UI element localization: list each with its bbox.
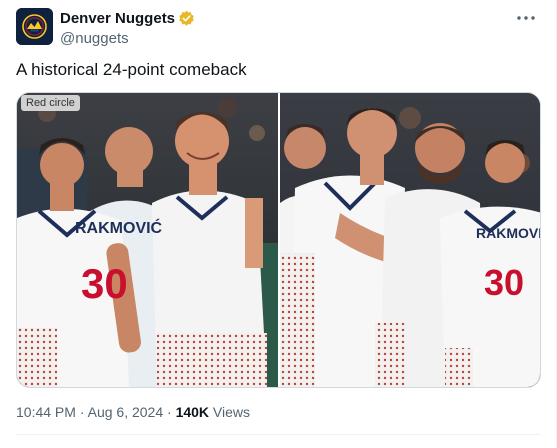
avatar[interactable] <box>16 8 53 45</box>
verified-badge-icon <box>179 10 194 26</box>
celebration-photo-right: RAKMOVIĆ 30 <box>280 93 541 387</box>
right-jersey-number: 30 <box>484 262 524 303</box>
tweet-meta: 10:44 PM · Aug 6, 2024 · 140K Views <box>16 403 250 421</box>
tweet-time[interactable]: 10:44 PM <box>16 404 76 420</box>
more-dots-icon[interactable] <box>513 8 539 28</box>
meta-separator-2: · <box>163 404 176 420</box>
display-name[interactable]: Denver Nuggets <box>60 9 175 28</box>
account-handle[interactable]: @nuggets <box>60 29 195 48</box>
nuggets-logo-icon <box>16 8 53 45</box>
photo-right[interactable]: RAKMOVIĆ 30 <box>280 93 541 387</box>
bottom-divider <box>16 434 541 435</box>
tweet-card: Denver Nuggets @nuggets A historical 24-… <box>0 0 557 448</box>
tweet-text: A historical 24-point comeback <box>16 60 247 79</box>
tweet-date[interactable]: Aug 6, 2024 <box>88 404 164 420</box>
tweet-header: Denver Nuggets @nuggets <box>16 8 541 48</box>
meta-separator: · <box>75 404 88 420</box>
views-count[interactable]: 140K <box>176 404 209 420</box>
photo-left[interactable]: RAKMOVIĆ 30 Red circle <box>17 93 278 387</box>
right-jersey-name: RAKMOVIĆ <box>476 224 541 241</box>
tweet-media[interactable]: RAKMOVIĆ 30 Red circle RAKMOV 30 <box>16 92 541 388</box>
left-jersey-number: 30 <box>81 260 128 307</box>
celebration-photo-left: RAKMOVIĆ 30 <box>17 93 278 387</box>
views-label: Views <box>209 404 251 420</box>
account-names: Denver Nuggets @nuggets <box>60 9 195 48</box>
left-jersey-name: RAKMOVIĆ <box>75 218 163 237</box>
alt-text-badge[interactable]: Red circle <box>21 95 80 111</box>
